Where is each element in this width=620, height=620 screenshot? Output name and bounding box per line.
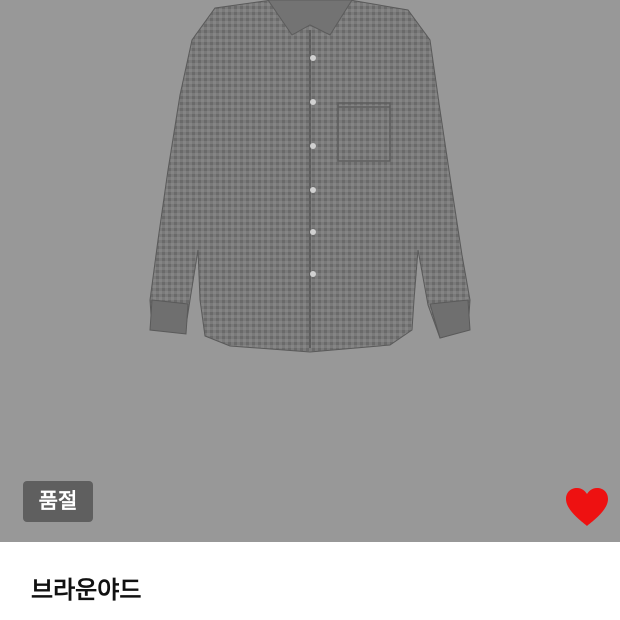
heart-icon <box>566 488 608 526</box>
product-image[interactable]: 품절 <box>0 0 620 542</box>
shirt-image <box>149 0 471 353</box>
product-card[interactable]: 품절 브라운야드 <box>0 0 620 620</box>
brand-name[interactable]: 브라운야드 <box>31 573 141 607</box>
wishlist-button[interactable] <box>564 486 610 528</box>
soldout-badge: 품절 <box>23 481 93 522</box>
